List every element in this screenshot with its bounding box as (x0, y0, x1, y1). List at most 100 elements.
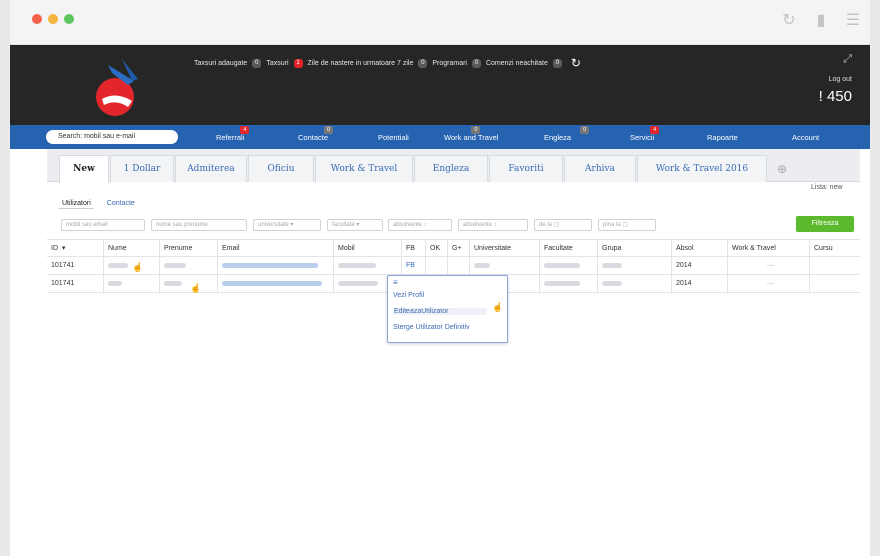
tab-engleza[interactable]: Engleza (414, 155, 488, 182)
nav-item-account[interactable]: Account (792, 133, 819, 142)
redacted-text (602, 280, 622, 286)
redacted-text (474, 262, 490, 268)
cell-email[interactable] (217, 257, 333, 275)
col-header-nume[interactable]: Nume (103, 240, 159, 258)
filter-absolvente-2[interactable]: absolvente ↕ (458, 219, 528, 231)
notif-label[interactable]: Taxsuri (266, 60, 288, 67)
notif-label[interactable]: Zile de nastere in urmatoare 7 zile (308, 60, 414, 67)
menu-item-sterge-utilizator[interactable]: Sterge Utilizator Definitiv (393, 324, 470, 331)
tab-work-travel[interactable]: Work & Travel (315, 155, 413, 182)
main-nav: Search: mobil sau e-mail Referrali 4 Con… (10, 125, 870, 149)
filter-mobil-email[interactable]: mobil sau email (61, 219, 145, 231)
nav-label: Rapoarte (707, 133, 738, 142)
notif-label[interactable]: Comenzi neachitate (486, 60, 548, 67)
col-header-cursuri[interactable]: Cursu (809, 240, 860, 258)
col-header-universitate[interactable]: Universitate (469, 240, 539, 258)
col-header-grupa[interactable]: Grupa (597, 240, 671, 258)
menu-item-editeaza-utilizator[interactable]: EditeazaUtilizator (393, 308, 487, 315)
tab-arhiva[interactable]: Arhiva (564, 155, 636, 182)
tab-admiterea[interactable]: Admiterea (175, 155, 247, 182)
filter-date-to[interactable]: pina la ▢ (598, 219, 656, 231)
row-action-icon[interactable]: ☝ (190, 283, 201, 294)
nav-item-potentiali[interactable]: Potentiali (378, 133, 409, 142)
filter-nume[interactable]: nume sau prenume (151, 219, 247, 231)
fullscreen-icon[interactable]: ⤢ (819, 53, 852, 66)
cell-id: 101741 (51, 262, 75, 269)
menu-icon[interactable]: ☰ (844, 10, 862, 30)
bookmark-icon[interactable]: ▮ (812, 10, 830, 30)
cell-absol: 2014 (671, 275, 727, 293)
col-header-facultate[interactable]: Facultate (539, 240, 597, 258)
tab-1-dollar[interactable]: 1 Dollar (110, 155, 174, 182)
col-header-mobil[interactable]: Mobil (333, 240, 401, 258)
nav-item-work-and-travel[interactable]: Work and Travel 0 (444, 126, 498, 142)
tab-favoriti[interactable]: Favoriti (489, 155, 563, 182)
notif-count: 0 (252, 58, 262, 68)
redacted-text (338, 280, 378, 286)
filter-date-from[interactable]: de la ▢ (534, 219, 592, 231)
notif-count: 0 (552, 58, 562, 68)
filter-facultate[interactable]: facultate ▾ (327, 219, 383, 231)
reload-icon[interactable]: ↻ (780, 10, 798, 30)
notif-label[interactable]: Taxsuri adaugate (194, 60, 247, 67)
col-header-absol[interactable]: Absol (671, 240, 727, 258)
nav-badge: 0 (580, 126, 590, 134)
subtab-utilizatori[interactable]: Utilizatori (59, 199, 94, 209)
cell-grupa (597, 257, 671, 275)
cell-prenume (159, 257, 217, 275)
cursor-hand-icon: ☝ (492, 302, 504, 312)
filter-absolvente-label: absolvente (393, 222, 423, 228)
notif-label[interactable]: Programari (432, 60, 467, 67)
menu-item-vezi-profil[interactable]: Vezi Profil (393, 292, 424, 299)
tab-oficiu[interactable]: Oficiu (248, 155, 314, 182)
brand-logo[interactable] (88, 55, 146, 119)
logout-link[interactable]: Log out (819, 76, 852, 83)
filter-universitate[interactable]: universitate ▾ (253, 219, 321, 231)
col-header-ok[interactable]: OK (425, 240, 447, 258)
nav-item-rapoarte[interactable]: Rapoarte (707, 133, 738, 142)
col-header-prenume[interactable]: Prenume (159, 240, 217, 258)
row-context-menu: ≡ Vezi Profil EditeazaUtilizator Sterge … (387, 275, 508, 343)
table-header-row: ID ▾ Nume Prenume Email Mobil FB OK G+ U… (47, 239, 860, 258)
nav-item-referrali[interactable]: Referrali 4 (216, 126, 250, 142)
col-header-work-travel[interactable]: Work & Travel (727, 240, 809, 258)
filter-button[interactable]: Filtreaza (796, 216, 854, 232)
notif-count: 0 (418, 58, 428, 68)
tab-work-travel-2016[interactable]: Work & Travel 2016 (637, 155, 767, 182)
cell-work-travel: — (727, 257, 809, 275)
redacted-text (602, 262, 622, 268)
subtab-contacte[interactable]: Contacte (104, 199, 138, 209)
cell-gplus (447, 257, 469, 275)
col-header-fb[interactable]: FB (401, 240, 425, 258)
redacted-text (544, 280, 580, 286)
header-account: ⤢ Log out ! 450 (819, 53, 852, 105)
table-row[interactable]: 101741 FB 2014 — (47, 257, 860, 275)
row-action-icon[interactable]: ☝ (132, 262, 143, 273)
nav-item-engleza[interactable]: Engleza 0 (544, 126, 590, 142)
nav-item-servicii[interactable]: Servicii 4 (630, 126, 660, 142)
filter-absolvente-label: absolvente (463, 222, 493, 228)
col-header-gplus[interactable]: G+ (447, 240, 469, 258)
notif-count: 0 (471, 58, 481, 68)
nav-item-contacte[interactable]: Contacte 0 (298, 126, 334, 142)
notification-bar: Taxsuri adaugate 0 Taxsuri 1 Zile de nas… (194, 56, 581, 70)
list-indicator: Lista: new (811, 184, 843, 191)
cell-work-travel: — (727, 275, 809, 293)
refresh-icon[interactable]: ↻ (571, 56, 581, 70)
tab-new[interactable]: New (59, 155, 109, 183)
close-window-button[interactable] (32, 14, 42, 24)
search-input[interactable]: Search: mobil sau e-mail (46, 130, 178, 144)
redacted-text (108, 262, 128, 268)
nav-label: Account (792, 133, 820, 142)
col-header-email[interactable]: Email (217, 240, 333, 258)
nav-label: Engleza (544, 133, 572, 142)
add-tab-icon[interactable]: ⊕ (771, 159, 793, 179)
cell-absol: 2014 (671, 257, 727, 275)
cell-email[interactable] (217, 275, 333, 293)
list-tabs: New 1 Dollar Admiterea Oficiu Work & Tra… (47, 149, 860, 183)
filter-absolvente-1[interactable]: absolvente ↕ (388, 219, 452, 231)
maximize-window-button[interactable] (64, 14, 74, 24)
cell-fb[interactable]: FB (401, 257, 425, 275)
minimize-window-button[interactable] (48, 14, 58, 24)
col-header-id[interactable]: ID ▾ (47, 240, 103, 258)
